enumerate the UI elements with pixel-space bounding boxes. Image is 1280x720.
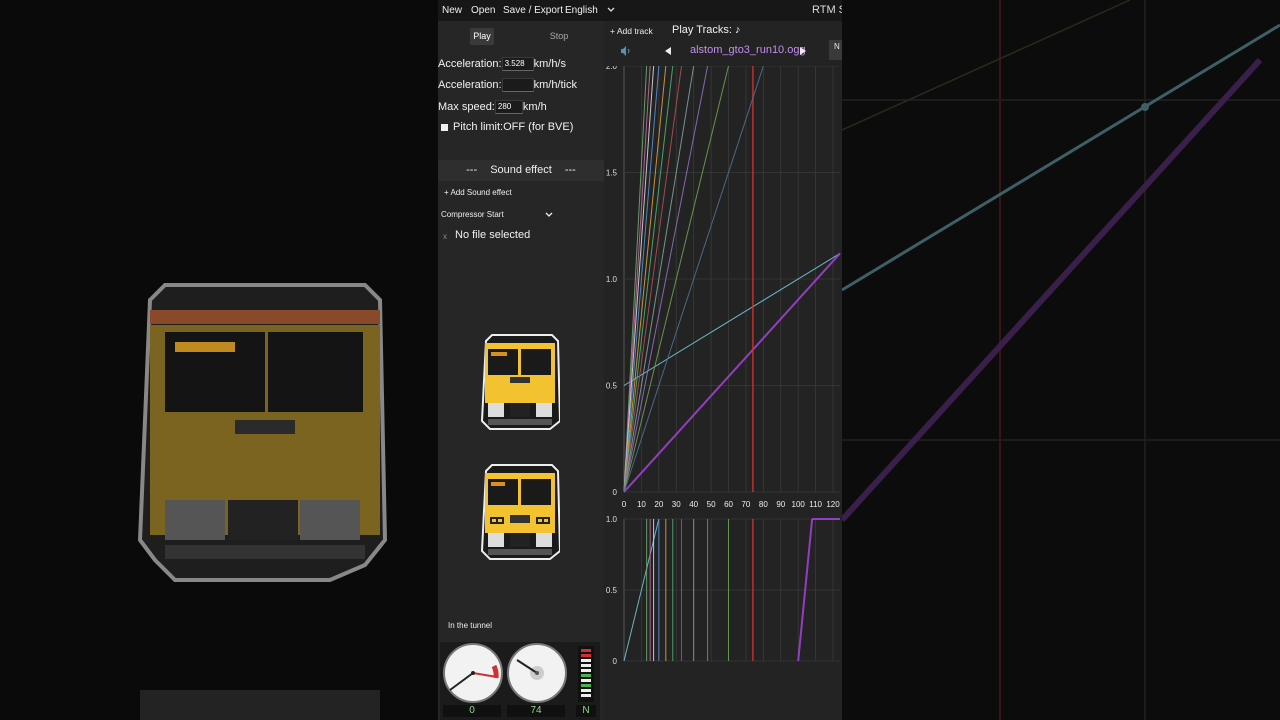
acceleration-tick-input[interactable] bbox=[501, 78, 534, 92]
sound-effect-dashes-right: --- bbox=[564, 164, 576, 176]
speed-readout: 0 bbox=[443, 705, 501, 717]
chart-ticks: 0 0.5 1.0 bbox=[606, 515, 618, 666]
max-speed-unit: km/h bbox=[522, 100, 547, 113]
max-speed-row: Max speed: 280 km/h bbox=[438, 100, 547, 114]
pitch-limit-label: Pitch limit:OFF (for BVE) bbox=[453, 121, 574, 133]
sound-effect-selected: Compressor Start bbox=[441, 210, 504, 219]
x-tick-label: 20 bbox=[654, 500, 663, 509]
track-panel: + Add track Play Tracks: ♪ alstom_gto3_r… bbox=[604, 21, 842, 720]
x-tick-label: 50 bbox=[707, 500, 716, 509]
y-tick-label: 1.0 bbox=[606, 515, 618, 524]
speed-chart: 0 0.5 1.0 1.5 2.0 0 10 20 30 40 50 60 70 80 90 100 110 12… bbox=[606, 66, 841, 509]
sound-effect-select[interactable]: Compressor Start bbox=[441, 210, 553, 219]
sound-effect-title: Sound effect bbox=[490, 164, 552, 176]
prev-track-icon[interactable] bbox=[665, 47, 673, 55]
pressure-gauge-icon bbox=[507, 643, 567, 703]
add-sound-effect-button[interactable]: + Add Sound effect bbox=[444, 188, 512, 197]
acceleration-label: Acceleration: bbox=[438, 57, 502, 70]
x-tick-label: 100 bbox=[792, 500, 806, 509]
chevron-down-icon bbox=[607, 7, 615, 12]
train-icon bbox=[480, 464, 560, 560]
menu-save-export[interactable]: Save / Export bbox=[503, 5, 563, 16]
note-icon: ♪ bbox=[734, 24, 741, 36]
x-tick-label: 120 bbox=[826, 500, 840, 509]
y-tick-label: 0.5 bbox=[606, 586, 618, 595]
speedometer-icon bbox=[443, 643, 503, 703]
menu-open[interactable]: Open bbox=[471, 5, 495, 16]
x-tick-label: 60 bbox=[724, 500, 733, 509]
acceleration-input[interactable]: 3.528 bbox=[501, 57, 534, 71]
bg-train-icon bbox=[137, 283, 388, 582]
language-select[interactable]: English bbox=[565, 5, 615, 16]
acceleration-row: Acceleration: 3.528 km/h/s bbox=[438, 57, 566, 71]
series-line bbox=[623, 253, 841, 386]
acceleration-tick-row: Acceleration: km/h/tick bbox=[438, 78, 577, 92]
y-tick-label: 0.5 bbox=[606, 382, 618, 391]
y-tick-label: 0 bbox=[613, 488, 618, 497]
menu-new[interactable]: New bbox=[442, 5, 462, 16]
x-tick-label: 80 bbox=[759, 500, 768, 509]
train-icon bbox=[480, 334, 560, 430]
tunnel-status: In the tunnel bbox=[448, 621, 493, 630]
menubar: New Open Save / Export English RTM S bbox=[438, 0, 842, 21]
play-tracks-label: Play Tracks: ♪ bbox=[672, 24, 740, 36]
track-toolbar: + Add track Play Tracks: ♪ alstom_gto3_r… bbox=[604, 21, 842, 65]
x-tick-label: 70 bbox=[741, 500, 750, 509]
max-speed-label: Max speed: bbox=[438, 100, 495, 113]
play-tracks-text: Play Tracks: bbox=[672, 24, 732, 36]
gauges-drawing bbox=[443, 643, 594, 703]
chart-grid bbox=[623, 518, 840, 662]
chevron-down-icon bbox=[545, 212, 553, 217]
x-tick-label: 90 bbox=[776, 500, 785, 509]
pitch-limit-row: Pitch limit:OFF (for BVE) bbox=[438, 121, 573, 133]
x-tick-label: 10 bbox=[637, 500, 646, 509]
x-tick-label: 30 bbox=[672, 500, 681, 509]
x-tick-label: 110 bbox=[809, 500, 822, 509]
y-tick-label: 0 bbox=[613, 657, 618, 666]
gauge-panel: 0 74 N bbox=[440, 642, 600, 720]
app-window: New Open Save / Export English RTM S Pla… bbox=[438, 0, 842, 720]
acceleration-unit: km/h/s bbox=[533, 57, 566, 70]
add-track-button[interactable]: + Add track bbox=[610, 26, 653, 36]
y-tick-label: 2.0 bbox=[606, 66, 618, 71]
max-speed-input[interactable]: 280 bbox=[494, 100, 523, 114]
x-tick-label: 0 bbox=[622, 500, 627, 509]
gauge2-readout: 74 bbox=[507, 705, 565, 717]
bg-right-chart bbox=[839, 0, 1280, 720]
next-track-icon[interactable] bbox=[800, 47, 808, 55]
acceleration-tick-unit: km/h/tick bbox=[533, 78, 577, 91]
notch-indicator-icon bbox=[578, 646, 594, 702]
acceleration-tick-label: Acceleration: bbox=[438, 78, 502, 91]
bg-train-icon-2 bbox=[140, 690, 380, 720]
side-button[interactable]: N bbox=[829, 40, 842, 60]
volume-chart: 0 0.5 1.0 bbox=[606, 515, 840, 666]
sound-effect-dashes-left: --- bbox=[466, 164, 478, 176]
language-label: English bbox=[565, 5, 598, 16]
play-button[interactable]: Play bbox=[470, 28, 494, 45]
file-clear-icon[interactable]: x bbox=[443, 232, 447, 241]
pitch-limit-checkbox[interactable] bbox=[441, 123, 448, 131]
control-panel: Play Stop Acceleration: 3.528 km/h/s Accel… bbox=[438, 21, 604, 720]
stop-button[interactable]: Stop bbox=[546, 28, 572, 45]
file-status: No file selected bbox=[455, 229, 531, 241]
y-tick-label: 1.0 bbox=[606, 275, 618, 284]
series-line bbox=[623, 252, 841, 493]
chart-grid bbox=[623, 66, 840, 493]
app-title: RTM S bbox=[812, 4, 842, 16]
y-tick-label: 1.5 bbox=[606, 169, 618, 178]
track-filename[interactable]: alstom_gto3_run10.ogg bbox=[690, 44, 806, 56]
x-tick-label: 40 bbox=[689, 500, 698, 509]
sound-effect-header: --- Sound effect --- bbox=[438, 160, 604, 181]
notch-readout: N bbox=[576, 705, 596, 717]
volume-icon[interactable] bbox=[620, 46, 632, 56]
